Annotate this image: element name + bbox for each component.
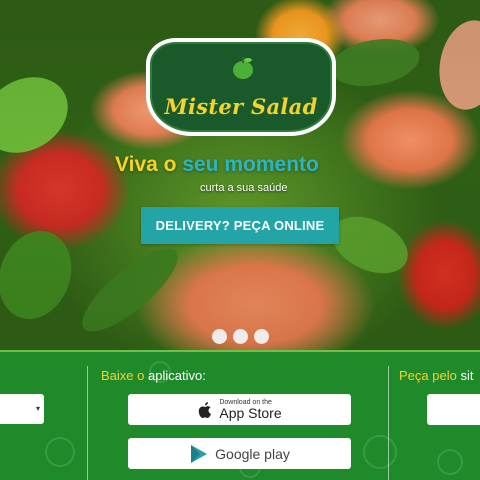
chevron-down-icon: ▾ <box>35 404 40 413</box>
site-order-button[interactable] <box>427 394 480 425</box>
column-divider <box>388 366 389 480</box>
app-section-title: Baixe o aplicativo: <box>101 368 206 383</box>
app-store-label: App Store <box>219 404 282 421</box>
city-select[interactable]: ▾ <box>0 394 44 424</box>
tagline-part2: seu momento <box>182 153 319 176</box>
hero-subtitle: curta a sua saúde <box>200 182 288 194</box>
carousel-dot-1[interactable] <box>212 329 227 344</box>
column-divider <box>87 366 88 480</box>
apple-logo-icon <box>199 401 212 418</box>
carousel-dots <box>212 329 269 344</box>
brand-logo[interactable]: Mister Salad <box>146 38 336 136</box>
brand-name: Mister Salad <box>164 94 318 119</box>
tagline-part1: Viva o <box>115 153 177 176</box>
apple-icon <box>233 57 253 79</box>
order-online-button[interactable]: DELIVERY? PEÇA ONLINE <box>141 207 339 244</box>
footer-panel: ▾ Baixe o aplicativo: Download on the Ap… <box>0 350 480 480</box>
carousel-dot-3[interactable] <box>254 329 269 344</box>
google-play-label: Google play <box>215 445 290 462</box>
carousel-dot-2[interactable] <box>233 329 248 344</box>
hero-banner: Mister Salad Viva o seu momento curta a … <box>0 0 480 350</box>
hero-tagline: Viva o seu momento <box>115 153 375 177</box>
google-play-icon <box>191 444 208 463</box>
site-section-title: Peça pelo sit <box>399 368 474 383</box>
app-store-button[interactable]: Download on the App Store <box>128 394 351 425</box>
google-play-button[interactable]: Google play <box>128 438 351 469</box>
